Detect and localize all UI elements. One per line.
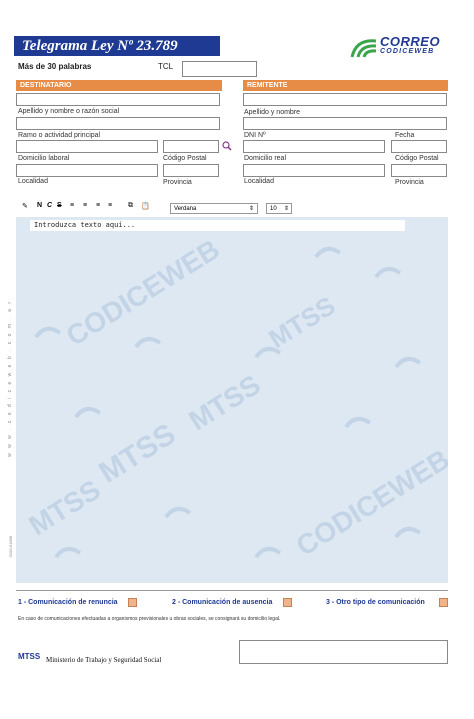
remitente-provincia-label: Provincia xyxy=(395,179,424,186)
message-area[interactable]: CODICEWEB MTSS MTSS MTSS MTSS CODICEWEB xyxy=(16,217,448,583)
paste-icon[interactable]: 📋 xyxy=(141,202,150,210)
remitente-name-field[interactable] xyxy=(243,117,447,130)
option-renuncia-label: 1 - Comunicación de renuncia xyxy=(18,599,118,606)
destinatario-cp-field[interactable] xyxy=(163,164,219,177)
side-url: w w w . c o d i c e w e b . c o m . a r xyxy=(7,300,13,457)
destinatario-provincia-label: Provincia xyxy=(163,179,192,186)
align-center-icon[interactable]: ≡ xyxy=(83,202,87,209)
option-ausencia-checkbox[interactable] xyxy=(283,598,292,607)
remitente-dni-field[interactable] xyxy=(243,140,385,153)
destinatario-name-field[interactable] xyxy=(16,117,220,130)
correo-swoosh-icon xyxy=(350,39,377,58)
side-code: 0100-01588 xyxy=(8,536,13,558)
remitente-localidad-label: Localidad xyxy=(244,178,274,185)
size-chevron-icon: ⇕ xyxy=(283,206,289,212)
divider xyxy=(16,590,448,591)
remitente-domicilio-label: Domicilio real xyxy=(244,155,287,162)
destinatario-cp-label: Código Postal xyxy=(163,155,207,162)
option-renuncia-checkbox[interactable] xyxy=(128,598,137,607)
tcl-field[interactable] xyxy=(182,61,257,77)
align-left-icon[interactable]: ≡ xyxy=(70,202,74,209)
font-select-value: Verdana xyxy=(174,206,197,212)
font-select[interactable]: Verdana ⇕ xyxy=(170,203,258,214)
cursive-button[interactable]: C xyxy=(47,202,52,209)
search-icon[interactable] xyxy=(222,141,232,151)
logo-brand: CORREO xyxy=(380,34,441,49)
remitente-first-field[interactable] xyxy=(243,93,447,106)
destinatario-ramo-label: Ramo o actividad principal xyxy=(18,132,101,139)
form-title: Telegrama Ley Nº 23.789 xyxy=(14,36,220,56)
option-otro-checkbox[interactable] xyxy=(439,598,448,607)
align-right-icon[interactable]: ≡ xyxy=(96,202,100,209)
strike-button[interactable]: S xyxy=(57,202,62,209)
destinatario-localidad-label: Localidad xyxy=(18,178,48,185)
destinatario-ramo-field[interactable] xyxy=(16,140,158,153)
remitente-dni-label: DNI Nº xyxy=(244,132,266,139)
mtss-logo: MTSS xyxy=(18,652,41,661)
copy-icon[interactable]: ⧉ xyxy=(128,202,133,210)
words-note: Más de 30 palabras xyxy=(18,62,92,71)
remitente-fecha-field[interactable] xyxy=(391,140,447,153)
align-justify-icon[interactable]: ≡ xyxy=(108,202,112,209)
remitente-heading: REMITENTE xyxy=(243,80,448,91)
remitente-cp-field[interactable] xyxy=(391,164,447,177)
watermark-swoosh-icons xyxy=(34,246,422,559)
logo-sub: CODICEWEB xyxy=(380,48,435,55)
signature-box[interactable] xyxy=(239,640,448,664)
option-ausencia-label: 2 - Comunicación de ausencia xyxy=(172,599,273,606)
tcl-label: TCL xyxy=(158,62,174,71)
destinatario-heading: DESTINATARIO xyxy=(16,80,222,91)
pen-icon[interactable]: ✎ xyxy=(22,202,28,210)
destinatario-first-field[interactable] xyxy=(16,93,220,106)
chevron-down-icon: ⇕ xyxy=(248,206,254,212)
size-select-value: 10 xyxy=(270,206,277,212)
option-otro-label: 3 - Otro tipo de comunicación xyxy=(326,599,425,606)
message-input[interactable]: Introduzca texto aquí... xyxy=(30,220,405,231)
size-select[interactable]: 10 ⇕ xyxy=(266,203,292,214)
remitente-name-label: Apellido y nombre xyxy=(244,109,301,116)
destinatario-domicilio-label: Domicilio laboral xyxy=(18,155,70,162)
destinatario-domicilio-field[interactable] xyxy=(16,164,158,177)
ministry-name: Ministerio de Trabajo y Seguridad Social xyxy=(46,656,162,664)
destinatario-ramo-field-2[interactable] xyxy=(163,140,219,153)
remitente-domicilio-field[interactable] xyxy=(243,164,385,177)
bold-button[interactable]: N xyxy=(37,202,42,209)
correo-logo: CORREO CODICEWEB xyxy=(350,33,454,63)
remitente-fecha-label: Fecha xyxy=(395,132,415,139)
footer-note: En caso de comunicaciones efectuadas a o… xyxy=(18,616,281,622)
remitente-cp-label: Código Postal xyxy=(395,155,439,162)
destinatario-name-label: Apellido y nombre o razón social xyxy=(18,108,120,115)
